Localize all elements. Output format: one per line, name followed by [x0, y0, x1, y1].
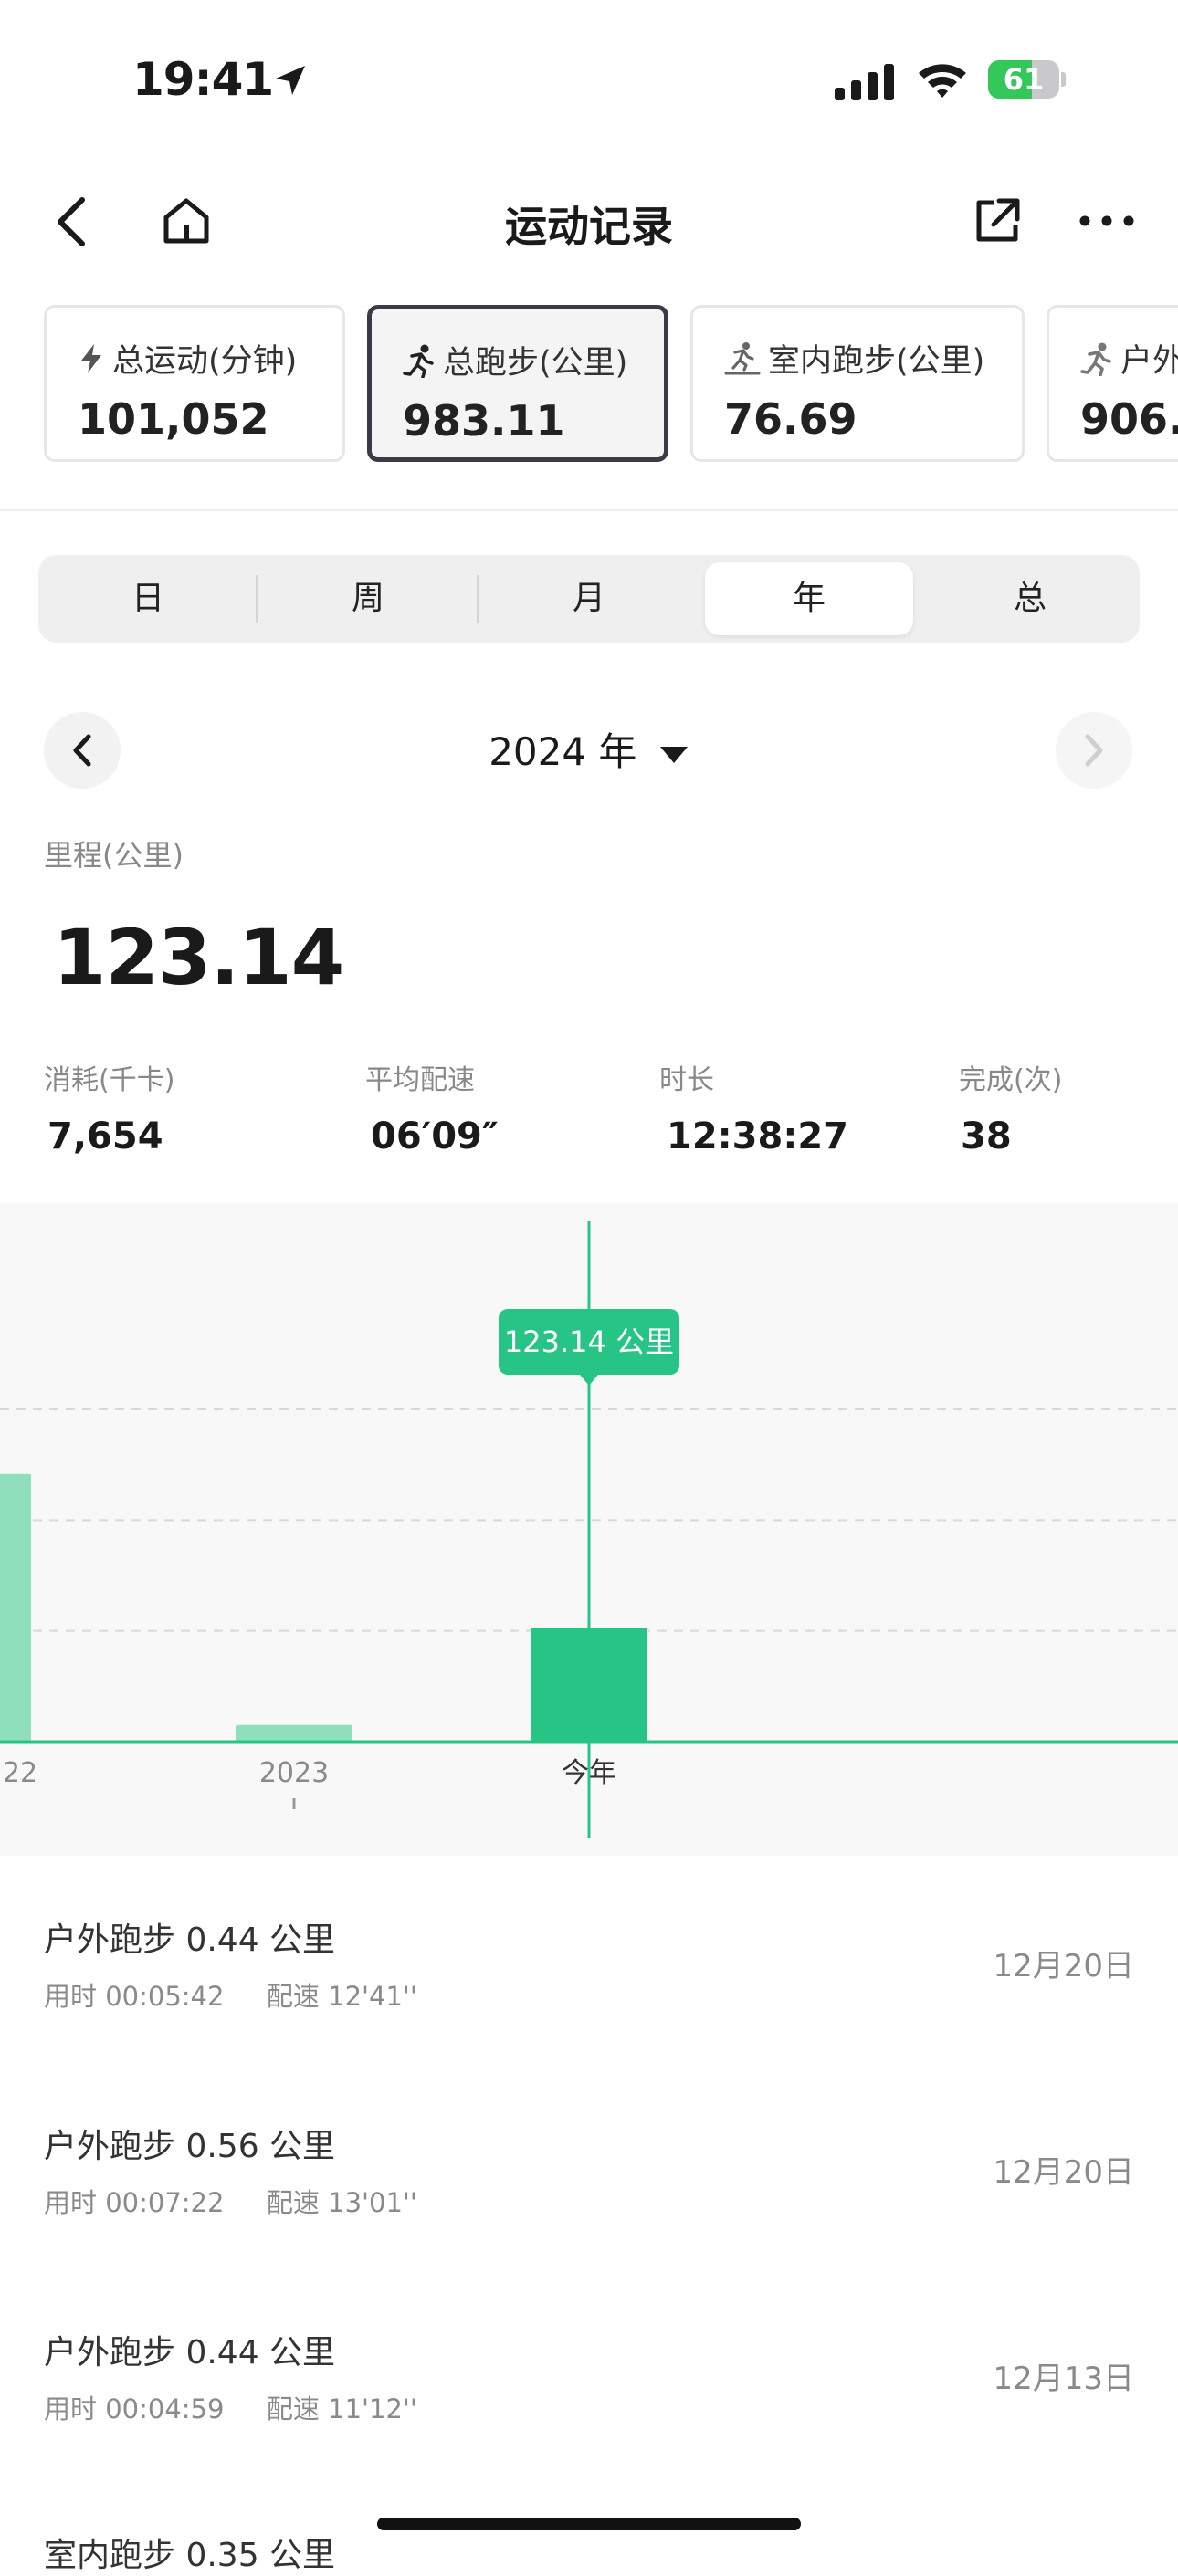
card-label: 总跑步(公里)	[443, 345, 628, 382]
period-label: 2024 年	[489, 729, 637, 774]
card-value: 101,052	[78, 394, 269, 444]
tab-month[interactable]: 月	[479, 555, 699, 643]
record-pace: 配速 13'01''	[266, 2187, 417, 2218]
bolt-icon	[81, 343, 101, 373]
record-title: 户外跑步 0.44 公里	[44, 2334, 336, 2372]
battery-indicator: 61	[988, 60, 1067, 99]
chart-tooltip-text: 123.14 公里	[504, 1325, 674, 1359]
wifi-icon	[919, 64, 966, 98]
stat-value-calories: 7,654	[47, 1115, 163, 1157]
summary-card-row: 总运动(分钟) 101,052 总跑步(公里) 983.11 室内跑步(公里) …	[0, 301, 1178, 475]
record-duration: 用时 00:04:59	[44, 2393, 225, 2424]
tab-day[interactable]: 日	[38, 555, 258, 643]
record-date: 12月13日	[993, 2361, 1134, 2397]
runner-icon	[403, 344, 434, 378]
more-dots-icon	[1079, 215, 1134, 226]
record-title: 户外跑步 0.44 公里	[44, 1922, 336, 1959]
card-label: 室内跑步(公里)	[768, 343, 985, 380]
location-arrow-icon	[276, 66, 305, 95]
mileage-bar-chart[interactable]: 22 2023 今年 123.14 公里	[0, 1203, 1178, 1856]
stat-value-duration: 12:38:27	[667, 1115, 848, 1157]
record-item[interactable]: 户外跑步 0.44 公里 用时 00:05:42 配速 12'41'' 12月2…	[44, 1913, 1134, 2014]
chart-tooltip-pointer	[580, 1375, 598, 1386]
chart-bar	[0, 1473, 31, 1742]
record-pace: 配速 12'41''	[266, 1981, 417, 2012]
record-pace: 配速 11'12''	[266, 2393, 417, 2424]
battery-level-text: 61	[1003, 62, 1045, 97]
record-title: 户外跑步 0.56 公里	[44, 2128, 336, 2165]
tab-week[interactable]: 周	[258, 555, 479, 643]
record-item[interactable]: 户外跑步 0.44 公里 用时 00:04:59 配速 11'12'' 12月1…	[44, 2326, 1134, 2426]
record-item[interactable]: 户外跑步 0.56 公里 用时 00:07:22 配速 13'01'' 12月2…	[44, 2120, 1134, 2220]
tab-total[interactable]: 总	[920, 555, 1140, 643]
home-indicator	[377, 2518, 801, 2530]
stat-label-duration: 时长	[659, 1064, 714, 1096]
treadmill-icon	[724, 341, 761, 374]
stat-label-calories: 消耗(千卡)	[44, 1064, 175, 1096]
stat-label-pace: 平均配速	[365, 1064, 475, 1096]
card-label: 户外	[1120, 343, 1178, 380]
chart-bar	[531, 1628, 647, 1742]
section-divider	[0, 509, 1178, 511]
summary-card-total-exercise[interactable]: 总运动(分钟) 101,052	[44, 305, 345, 462]
card-value: 983.11	[403, 396, 565, 445]
summary-card-total-running[interactable]: 总跑步(公里) 983.11	[367, 305, 668, 462]
more-button[interactable]	[1078, 201, 1136, 241]
record-duration: 用时 00:07:22	[44, 2187, 225, 2218]
metric-label: 里程(公里)	[44, 838, 184, 873]
chart-tick-label: 22	[3, 1757, 37, 1789]
period-segmented-control: 日 周 月 年 总	[38, 555, 1140, 643]
period-selector[interactable]: 2024 年	[0, 721, 1178, 777]
chart-tick-label: 今年	[562, 1757, 616, 1789]
next-period-button[interactable]	[1056, 712, 1132, 789]
record-item[interactable]: 室内跑步 0.35 公里	[44, 2529, 1134, 2576]
card-value: 76.69	[724, 394, 857, 444]
record-date: 12月20日	[993, 1948, 1134, 1984]
card-value: 906.4	[1080, 394, 1178, 444]
record-duration: 用时 00:05:42	[44, 1981, 225, 2012]
summary-card-indoor-running[interactable]: 室内跑步(公里) 76.69	[690, 305, 1025, 462]
cellular-signal-icon	[835, 64, 894, 100]
tab-year[interactable]: 年	[705, 562, 913, 635]
caret-down-icon	[659, 746, 688, 763]
card-label: 总运动(分钟)	[112, 343, 298, 380]
record-date: 12月20日	[993, 2154, 1134, 2191]
stat-value-count: 38	[961, 1115, 1012, 1157]
share-button[interactable]	[968, 192, 1026, 250]
record-title: 室内跑步 0.35 公里	[44, 2537, 336, 2574]
metric-value: 123.14	[53, 913, 344, 1002]
share-external-icon	[976, 198, 1020, 242]
stat-value-pace: 06′09″	[371, 1115, 499, 1157]
chevron-right-icon	[1085, 734, 1103, 767]
stat-label-count: 完成(次)	[959, 1064, 1063, 1096]
summary-card-outdoor-running[interactable]: 户外 906.4	[1047, 305, 1178, 462]
status-time: 19:41	[132, 53, 274, 106]
runner-icon	[1080, 342, 1111, 376]
chart-tick-label: 2023	[259, 1757, 329, 1789]
chart-bar	[236, 1724, 352, 1742]
